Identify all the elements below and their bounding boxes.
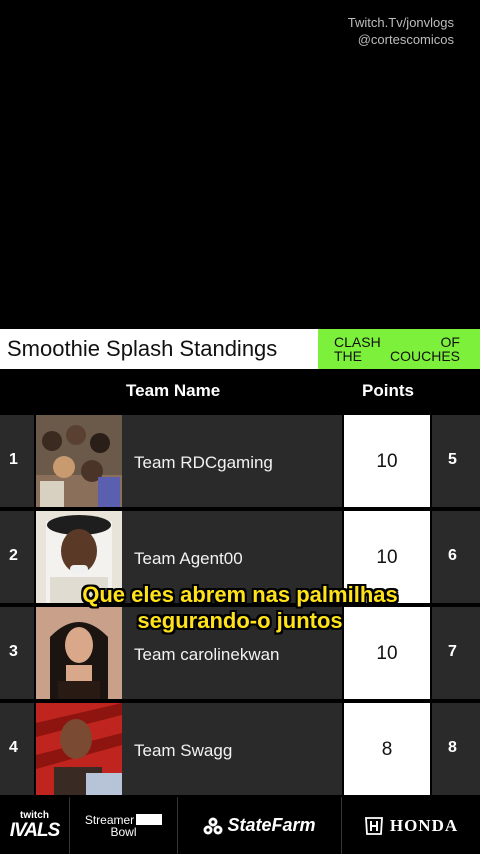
points-value: 10 bbox=[376, 547, 398, 568]
state-farm-wordmark: StateFarm bbox=[227, 815, 316, 835]
team-name-header: Team Name bbox=[126, 381, 221, 400]
table-row: 4 Team Swagg 8 8 bbox=[0, 701, 480, 797]
team-name: Team Agent00 bbox=[134, 549, 243, 568]
points-value: 10 bbox=[376, 643, 398, 664]
rank-number: 4 bbox=[9, 739, 18, 756]
caption-line-2: segurando-o juntos bbox=[137, 608, 343, 633]
channel-watermark: Twitch.Tv/jonvlogs @cortescomicos bbox=[348, 14, 454, 48]
caption-line-1: Que eles abrem nas palmilhas bbox=[82, 582, 398, 607]
streamer-wordmark: Streamer bbox=[84, 812, 135, 827]
column-headers: Team Name Points bbox=[0, 369, 480, 413]
state-farm-icon bbox=[203, 817, 223, 834]
bowl-wordmark: Bowl bbox=[110, 824, 137, 839]
rank-number: 2 bbox=[9, 547, 18, 564]
next-rank-number: 5 bbox=[448, 451, 457, 468]
rank-number: 3 bbox=[9, 643, 18, 660]
next-rank-number: 6 bbox=[448, 547, 457, 564]
badge-word-clash: CLASH bbox=[334, 334, 381, 350]
points-value: 10 bbox=[376, 451, 398, 472]
badge-word-couches: COUCHES bbox=[389, 348, 460, 364]
team-name: Team Swagg bbox=[134, 741, 233, 760]
standings-header: Smoothie Splash Standings CLASH OF THE COU… bbox=[0, 329, 480, 369]
honda-wordmark: HONDA bbox=[389, 815, 459, 835]
twitch-wordmark: twitch bbox=[20, 809, 49, 821]
points-header: Points bbox=[362, 381, 414, 400]
standings-title: Smoothie Splash Standings bbox=[7, 336, 278, 361]
honda-logo: HONDA bbox=[342, 797, 480, 854]
team-photo bbox=[36, 415, 122, 507]
table-row: 1 Team RDCgaming 10 5 bbox=[0, 413, 480, 509]
badge-word-of: OF bbox=[440, 334, 460, 350]
team-name: Team RDCgaming bbox=[134, 453, 273, 472]
watermark-url: Twitch.Tv/jonvlogs bbox=[347, 15, 454, 30]
points-value: 8 bbox=[381, 739, 393, 760]
watermark-handle: @cortescomicos bbox=[357, 32, 454, 47]
subtitle-caption: Que eles abrem nas palmilhas segurando-o… bbox=[0, 582, 480, 634]
honda-h-icon bbox=[364, 816, 383, 835]
streamer-bowl-logo: Streamer Bowl bbox=[70, 797, 178, 854]
badge-word-the: THE bbox=[334, 348, 362, 364]
clash-of-the-couches-logo: CLASH OF THE COUCHES bbox=[318, 329, 480, 369]
next-rank-number: 8 bbox=[448, 739, 457, 756]
bowl-flag-icon bbox=[136, 814, 163, 825]
twitch-rivals-logo: twitch IVALS bbox=[0, 797, 70, 854]
sponsor-bar: twitch IVALS Streamer Bowl StateFarm HON… bbox=[0, 797, 480, 854]
team-name: Team carolinekwan bbox=[134, 645, 280, 664]
rank-number: 1 bbox=[9, 451, 18, 468]
next-rank-number: 7 bbox=[448, 643, 457, 660]
rivals-wordmark: IVALS bbox=[9, 819, 61, 841]
state-farm-logo: StateFarm bbox=[178, 797, 342, 854]
team-photo bbox=[36, 703, 122, 795]
